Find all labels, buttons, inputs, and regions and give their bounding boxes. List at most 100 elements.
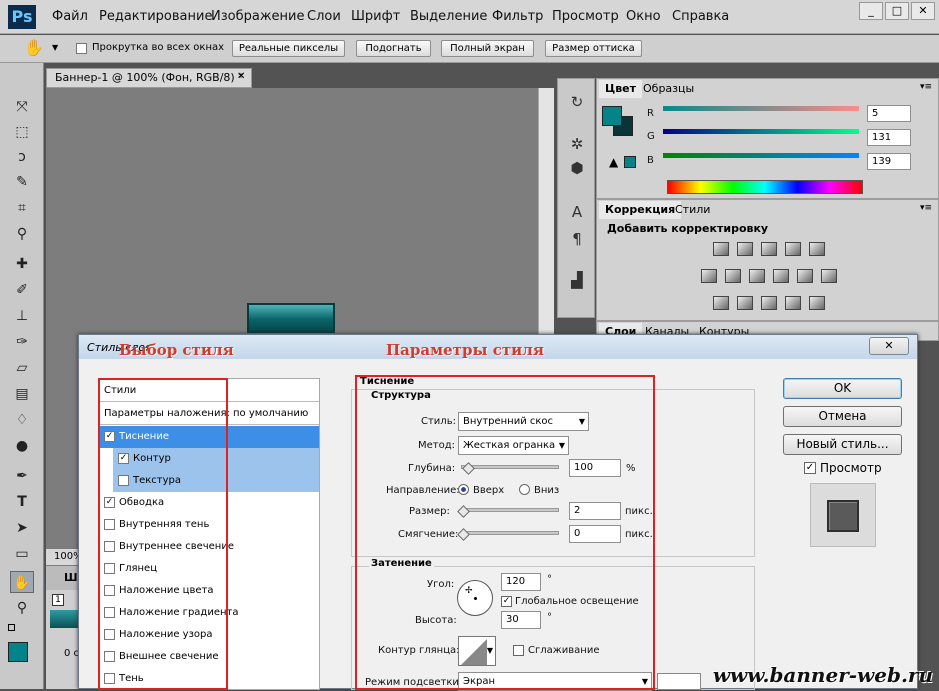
zoom-tool-icon[interactable]: ⚲ bbox=[10, 597, 34, 619]
ok-button[interactable]: OK bbox=[783, 378, 902, 399]
navigator-panel-icon[interactable]: ✲ bbox=[566, 134, 588, 154]
lasso-tool-icon[interactable]: ↄ bbox=[10, 146, 34, 168]
b-slider[interactable] bbox=[663, 153, 859, 158]
color-balance-icon[interactable] bbox=[725, 269, 741, 283]
default-colors-icon[interactable] bbox=[8, 624, 15, 631]
hand-tool-icon[interactable]: ✋ bbox=[24, 38, 44, 57]
warning-icon: ▲ bbox=[609, 155, 619, 169]
selective-color-icon[interactable] bbox=[785, 296, 801, 310]
color-lookup-icon[interactable] bbox=[821, 269, 837, 283]
web-safe-swatch[interactable] bbox=[624, 156, 636, 168]
foreground-color-swatch[interactable] bbox=[8, 642, 28, 662]
close-button[interactable]: ✕ bbox=[911, 2, 935, 20]
maximize-button[interactable]: □ bbox=[885, 2, 909, 20]
blur-tool-icon[interactable]: ♢ bbox=[10, 409, 34, 431]
actual-pixels-button[interactable]: Реальные пикселы bbox=[232, 40, 345, 57]
gradient-tool-icon[interactable]: ▤ bbox=[10, 383, 34, 405]
eyedropper-tool-icon[interactable]: ⚲ bbox=[10, 223, 34, 245]
close-tab-icon[interactable]: ✕ bbox=[237, 71, 245, 82]
r-value-input[interactable]: 5 bbox=[867, 105, 911, 122]
menu-select[interactable]: Выделение bbox=[410, 9, 487, 24]
color-fg-swatch[interactable] bbox=[602, 106, 622, 126]
options-bar: ✋ ▼ Прокрутка во всех окнах Реальные пик… bbox=[0, 35, 939, 63]
highlight-color-swatch[interactable] bbox=[657, 673, 701, 690]
g-value-input[interactable]: 131 bbox=[867, 129, 911, 146]
g-slider[interactable] bbox=[663, 129, 859, 134]
fit-screen-button[interactable]: Подогнать bbox=[356, 40, 431, 57]
levels-icon[interactable] bbox=[737, 242, 753, 256]
document-tab[interactable]: Баннер-1 @ 100% (Фон, RGB/8) * bbox=[46, 68, 252, 88]
brush-tool-icon[interactable]: ✐ bbox=[10, 279, 34, 301]
brightness-icon[interactable] bbox=[713, 242, 729, 256]
healing-brush-icon[interactable]: ✚ bbox=[10, 253, 34, 275]
style-preview-box bbox=[810, 483, 876, 547]
menu-image[interactable]: Изображение bbox=[211, 9, 304, 24]
panel-menu-icon[interactable]: ▾≡ bbox=[920, 203, 932, 213]
tools-panel: ⤧ ⬚ ↄ ✎ ⌗ ⚲ ✚ ✐ ⊥ ✑ ▱ ▤ ♢ ● ✒ T ➤ ▭ ✋ ⚲ bbox=[0, 63, 44, 689]
menu-layers[interactable]: Слои bbox=[307, 9, 341, 24]
menu-filter[interactable]: Фильтр bbox=[492, 9, 543, 24]
hue-saturation-icon[interactable] bbox=[701, 269, 717, 283]
3d-panel-icon[interactable]: ⬢ bbox=[566, 158, 588, 178]
menu-view[interactable]: Просмотр bbox=[552, 9, 619, 24]
adjustments-panel: Коррекция Стили ▾≡ Добавить корректировк… bbox=[596, 199, 939, 321]
menu-type[interactable]: Шрифт bbox=[351, 9, 400, 24]
crop-tool-icon[interactable]: ⌗ bbox=[10, 197, 34, 219]
frame-thumbnail[interactable] bbox=[50, 610, 80, 628]
print-size-button[interactable]: Размер оттиска bbox=[545, 40, 642, 57]
tab-styles[interactable]: Стили bbox=[669, 201, 716, 219]
vibrance-icon[interactable] bbox=[809, 242, 825, 256]
tab-swatches[interactable]: Образцы bbox=[637, 80, 700, 98]
history-panel-icon[interactable]: ↻ bbox=[566, 92, 588, 112]
annotation-box-params bbox=[355, 375, 655, 690]
new-style-button[interactable]: Новый стиль... bbox=[783, 434, 902, 455]
paragraph-panel-icon[interactable]: ¶ bbox=[566, 229, 588, 249]
path-select-icon[interactable]: ➤ bbox=[10, 517, 34, 539]
pen-tool-icon[interactable]: ✒ bbox=[10, 465, 34, 487]
exposure-icon[interactable] bbox=[785, 242, 801, 256]
menu-file[interactable]: Файл bbox=[52, 9, 88, 24]
stamp-tool-icon[interactable]: ⊥ bbox=[10, 305, 34, 327]
type-tool-icon[interactable]: T bbox=[10, 491, 34, 513]
tool-preset-dropdown-icon[interactable]: ▼ bbox=[52, 43, 58, 52]
watermark-text: www.banner-web.ru bbox=[712, 663, 933, 687]
r-slider[interactable] bbox=[663, 106, 859, 111]
shape-tool-icon[interactable]: ▭ bbox=[10, 543, 34, 565]
move-tool-icon[interactable]: ⤧ bbox=[10, 96, 34, 118]
dodge-tool-icon[interactable]: ● bbox=[10, 435, 34, 457]
photo-filter-icon[interactable] bbox=[773, 269, 789, 283]
menu-help[interactable]: Справка bbox=[672, 9, 729, 24]
b-value-input[interactable]: 139 bbox=[867, 153, 911, 170]
eraser-tool-icon[interactable]: ▱ bbox=[10, 357, 34, 379]
posterize-icon[interactable] bbox=[737, 296, 753, 310]
adjustment-icons-row-3 bbox=[713, 296, 825, 310]
hand-tool-active-icon[interactable]: ✋ bbox=[10, 571, 34, 593]
adjustment-icons-row-1 bbox=[713, 242, 825, 256]
curves-icon[interactable] bbox=[761, 242, 777, 256]
menu-edit[interactable]: Редактирование bbox=[99, 9, 212, 24]
channel-mixer-icon[interactable] bbox=[797, 269, 813, 283]
menu-window[interactable]: Окно bbox=[626, 9, 661, 24]
quick-select-tool-icon[interactable]: ✎ bbox=[10, 171, 34, 193]
window-controls: _ □ ✕ bbox=[859, 2, 935, 20]
minimize-button[interactable]: _ bbox=[859, 2, 883, 20]
dialog-close-icon[interactable]: ✕ bbox=[869, 337, 909, 355]
invert-icon[interactable] bbox=[713, 296, 729, 310]
threshold-icon[interactable] bbox=[761, 296, 777, 310]
panel-menu-icon[interactable]: ▾≡ bbox=[920, 82, 932, 92]
history-brush-icon[interactable]: ✑ bbox=[10, 331, 34, 353]
marquee-tool-icon[interactable]: ⬚ bbox=[10, 121, 34, 143]
character-panel-icon[interactable]: A bbox=[566, 202, 588, 222]
cancel-button[interactable]: Отмена bbox=[783, 406, 902, 427]
preview-label: Просмотр bbox=[820, 461, 882, 475]
annotation-label-params: Параметры стиля bbox=[386, 341, 544, 359]
full-screen-button[interactable]: Полный экран bbox=[441, 40, 534, 57]
color-spectrum-bar[interactable] bbox=[667, 180, 863, 194]
scroll-all-checkbox[interactable] bbox=[76, 43, 87, 54]
preview-checkbox[interactable]: ✓ bbox=[804, 462, 816, 474]
gradient-map-icon[interactable] bbox=[809, 296, 825, 310]
tab-color[interactable]: Цвет bbox=[599, 80, 643, 98]
frame-delay: 0 с bbox=[64, 648, 80, 659]
black-white-icon[interactable] bbox=[749, 269, 765, 283]
histogram-panel-icon[interactable]: ▟ bbox=[566, 270, 588, 290]
